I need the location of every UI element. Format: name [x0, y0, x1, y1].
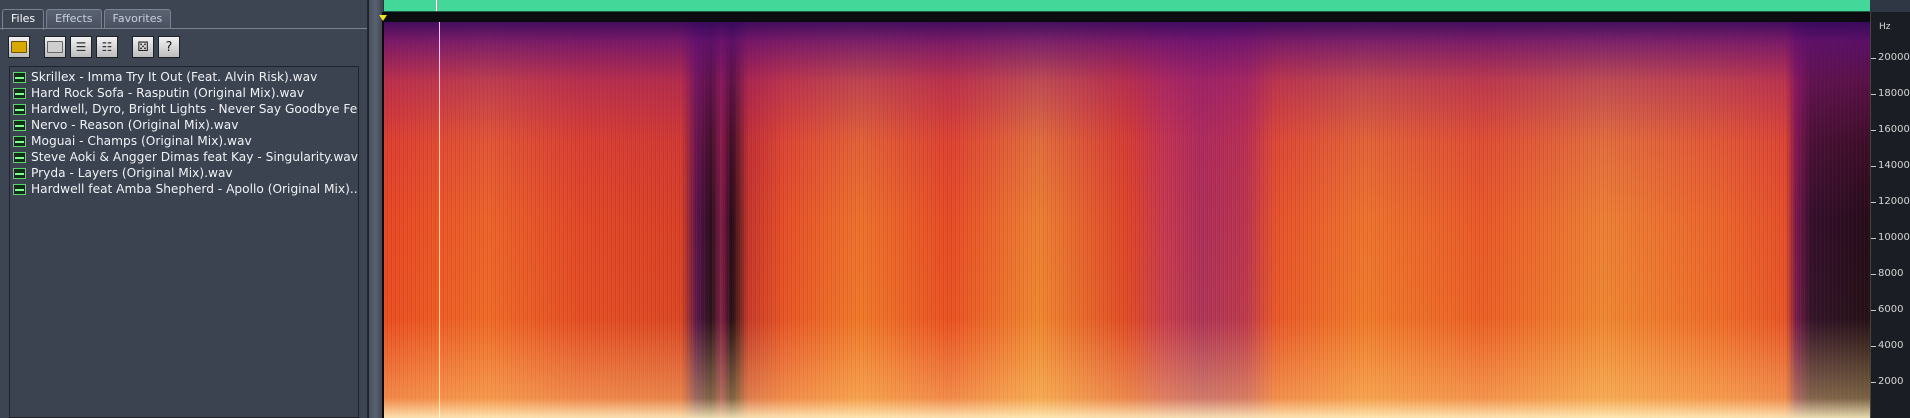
open-file-button[interactable] — [8, 36, 30, 58]
browse-folder-button[interactable] — [44, 36, 66, 58]
toolbar-separator — [34, 36, 40, 60]
position-marker[interactable] — [379, 15, 387, 21]
axis-tick-label: 10000 — [1878, 232, 1910, 243]
axis-tick-label: 20000 — [1878, 52, 1910, 63]
wav-file-icon — [13, 183, 26, 195]
random-button[interactable]: ⚄ — [132, 36, 154, 58]
file-toolbar: ☰ ☷ ⚄ ? — [8, 36, 180, 60]
waveform-overview-bar[interactable] — [384, 0, 1870, 12]
axis-tick-label: 6000 — [1878, 304, 1904, 315]
help-icon: ? — [165, 39, 173, 55]
folder-icon — [47, 41, 63, 53]
wav-file-icon — [13, 71, 26, 83]
tab-effects[interactable]: Effects — [46, 9, 102, 28]
panel-splitter[interactable] — [368, 0, 383, 418]
file-list-item[interactable]: Nervo - Reason (Original Mix).wav — [10, 117, 358, 133]
wav-file-icon — [13, 119, 26, 131]
tabs-divider — [0, 28, 367, 29]
axis-tick — [1871, 202, 1876, 203]
toolbar-separator — [122, 36, 128, 60]
file-name: Nervo - Reason (Original Mix).wav — [31, 118, 239, 132]
folder-open-icon — [11, 41, 27, 53]
overview-position-indicator[interactable] — [436, 0, 437, 11]
file-list: Skrillex - Imma Try It Out (Feat. Alvin … — [9, 66, 359, 418]
axis-tick-label: 12000 — [1878, 196, 1910, 207]
spectrogram-view[interactable] — [384, 22, 1870, 418]
wav-file-icon — [13, 167, 26, 179]
wav-file-icon — [13, 87, 26, 99]
playhead-cursor[interactable] — [439, 22, 440, 418]
list-icon: ☰ — [75, 40, 87, 54]
wav-file-icon — [13, 103, 26, 115]
axis-tick — [1871, 346, 1876, 347]
axis-tick — [1871, 94, 1876, 95]
axis-tick — [1871, 310, 1876, 311]
axis-tick-label: 2000 — [1878, 376, 1904, 387]
list-icon: ☷ — [101, 40, 113, 54]
file-browser-panel: Files Effects Favorites ☰ ☷ ⚄ ? Skrillex… — [0, 0, 368, 418]
file-name: Pryda - Layers (Original Mix).wav — [31, 166, 233, 180]
axis-unit-label: Hz — [1879, 22, 1891, 32]
file-name: Hard Rock Sofa - Rasputin (Original Mix)… — [31, 86, 305, 100]
axis-tick — [1871, 274, 1876, 275]
list-options-button[interactable]: ☷ — [96, 36, 118, 58]
axis-tick — [1871, 166, 1876, 167]
axis-tick-label: 16000 — [1878, 124, 1910, 135]
frequency-axis: Hz 20000 18000 16000 14000 12000 10000 8… — [1870, 12, 1910, 418]
file-name: Steve Aoki & Angger Dimas feat Kay - Sin… — [31, 150, 358, 164]
axis-tick-label: 8000 — [1878, 268, 1904, 279]
file-list-item[interactable]: Skrillex - Imma Try It Out (Feat. Alvin … — [10, 69, 358, 85]
file-list-item[interactable]: Pryda - Layers (Original Mix).wav — [10, 165, 358, 181]
axis-tick — [1871, 58, 1876, 59]
file-list-item[interactable]: Hardwell feat Amba Shepherd - Apollo (Or… — [10, 181, 358, 197]
axis-tick — [1871, 238, 1876, 239]
file-list-item[interactable]: Hard Rock Sofa - Rasputin (Original Mix)… — [10, 85, 358, 101]
dice-icon: ⚄ — [137, 39, 149, 55]
file-list-item[interactable]: Hardwell, Dyro, Bright Lights - Never Sa… — [10, 101, 358, 117]
axis-tick — [1871, 382, 1876, 383]
list-view-button[interactable]: ☰ — [70, 36, 92, 58]
file-name: Moguai - Champs (Original Mix).wav — [31, 134, 252, 148]
file-list-item[interactable]: Steve Aoki & Angger Dimas feat Kay - Sin… — [10, 149, 358, 165]
file-name: Hardwell feat Amba Shepherd - Apollo (Or… — [31, 182, 358, 196]
wav-file-icon — [13, 151, 26, 163]
wav-file-icon — [13, 135, 26, 147]
axis-tick-label: 4000 — [1878, 340, 1904, 351]
axis-tick-label: 14000 — [1878, 160, 1910, 171]
axis-tick-label: 18000 — [1878, 88, 1910, 99]
file-name: Hardwell, Dyro, Bright Lights - Never Sa… — [31, 102, 358, 116]
panel-tabs: Files Effects Favorites — [2, 9, 173, 30]
tab-favorites[interactable]: Favorites — [103, 9, 172, 28]
tab-files[interactable]: Files — [2, 9, 45, 30]
help-button[interactable]: ? — [158, 36, 180, 58]
file-list-item[interactable]: Moguai - Champs (Original Mix).wav — [10, 133, 358, 149]
axis-tick — [1871, 130, 1876, 131]
file-name: Skrillex - Imma Try It Out (Feat. Alvin … — [31, 70, 318, 84]
